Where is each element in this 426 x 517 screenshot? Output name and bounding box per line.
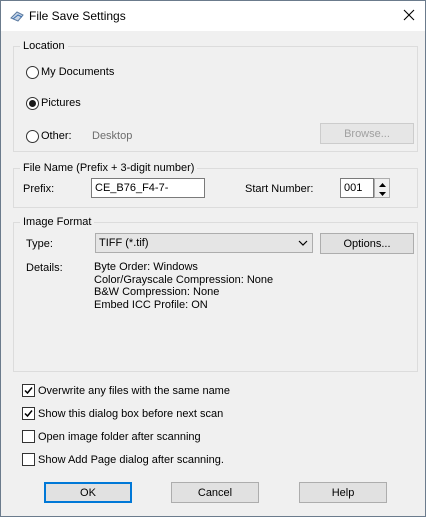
help-button-label: Help [331,486,355,499]
ok-button-label: OK [80,486,96,499]
ok-button[interactable]: OK [44,482,132,503]
file-name-legend: File Name (Prefix + 3-digit number) [20,161,198,175]
options-button[interactable]: Options... [320,233,414,254]
prefix-input[interactable]: CE_B76_F4-7- [91,178,205,198]
file-type-select[interactable]: TIFF (*.tif) [95,233,313,253]
radio-other-label[interactable]: Other: [41,129,72,143]
overwrite-files-checkbox[interactable] [22,384,35,397]
radio-other[interactable] [26,130,39,143]
help-button[interactable]: Help [299,482,387,503]
detail-byte-order: Byte Order: Windows [94,261,198,273]
radio-my-documents-label[interactable]: My Documents [41,65,114,79]
radio-my-documents[interactable] [26,66,39,79]
title-bar[interactable]: File Save Settings [1,1,425,31]
close-button[interactable] [393,1,425,31]
detail-bw-compression: B&W Compression: None [94,286,220,298]
other-folder-path: Desktop [92,130,133,142]
details-list: Byte Order: Windows Color/Grayscale Comp… [94,261,273,311]
file-type-value: TIFF (*.tif) [99,237,149,249]
cancel-button[interactable]: Cancel [171,482,259,503]
location-legend: Location [20,39,68,53]
details-label: Details: [26,262,63,274]
image-format-legend: Image Format [20,215,95,229]
show-dialog-checkbox[interactable] [22,407,35,420]
start-number-value: 001 [344,182,363,194]
radio-pictures-label[interactable]: Pictures [41,96,81,110]
type-label: Type: [26,238,53,250]
close-icon [403,9,415,24]
start-number-spinner[interactable] [374,178,390,198]
show-add-page-checkbox[interactable] [22,453,35,466]
scanner-icon [10,9,24,23]
spin-down-icon [378,187,386,199]
chevron-down-icon [296,234,310,252]
spin-down-button[interactable] [375,188,389,197]
open-folder-checkbox[interactable] [22,430,35,443]
open-folder-label[interactable]: Open image folder after scanning [38,430,201,444]
dialog-title: File Save Settings [29,9,126,23]
cancel-button-label: Cancel [197,486,233,499]
prefix-input-value: CE_B76_F4-7- [95,182,169,194]
browse-button[interactable]: Browse... [320,123,414,144]
overwrite-files-label[interactable]: Overwrite any files with the same name [38,384,230,398]
detail-icc-profile: Embed ICC Profile: ON [94,298,208,311]
start-number-input[interactable]: 001 [340,178,374,198]
show-dialog-label[interactable]: Show this dialog box before next scan [38,407,223,421]
prefix-label: Prefix: [23,183,55,195]
radio-pictures[interactable] [26,97,39,110]
detail-color-compression: Color/Grayscale Compression: None [94,273,274,286]
browse-button-label: Browse... [344,127,390,140]
options-button-label: Options... [343,237,391,250]
file-save-settings-dialog: File Save Settings Location My Documents… [0,0,426,517]
start-number-label: Start Number: [245,183,314,195]
show-add-page-label[interactable]: Show Add Page dialog after scanning. [38,453,224,467]
